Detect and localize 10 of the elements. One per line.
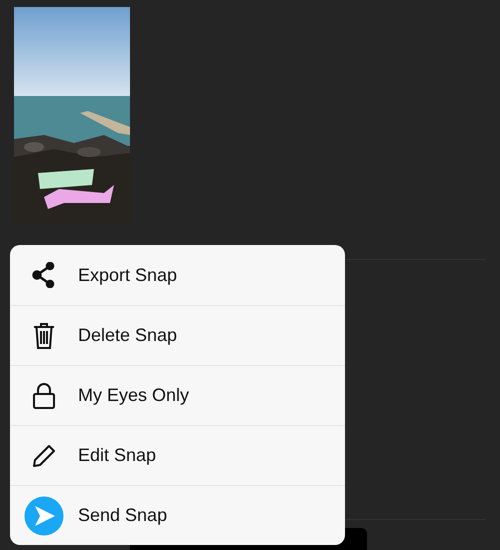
menu-item[interactable]: Edit Snap [10, 425, 345, 485]
menu-item[interactable]: Export Snap [10, 245, 345, 305]
lock-icon [33, 382, 55, 408]
trash-icon [33, 322, 55, 348]
pencil-icon [32, 444, 56, 468]
menu-item[interactable]: Delete Snap [10, 305, 345, 365]
menu-item[interactable]: My Eyes Only [10, 365, 345, 425]
share-icon [32, 262, 56, 288]
menu-item[interactable]: Send Snap [10, 485, 345, 545]
send-icon [24, 496, 64, 536]
